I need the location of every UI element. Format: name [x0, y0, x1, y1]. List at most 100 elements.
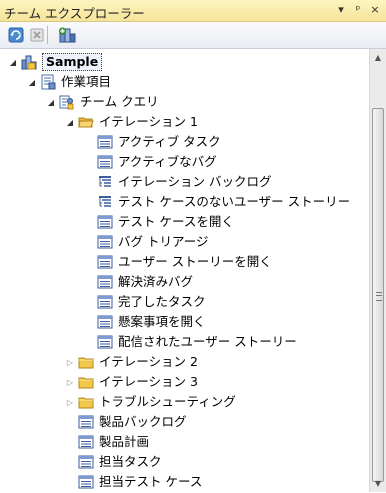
flat-query-icon: [78, 454, 94, 470]
tree-node[interactable]: 配信されたユーザー ストーリー: [84, 332, 297, 352]
expanded-triangle-icon[interactable]: ◢: [27, 72, 37, 92]
tree-node-label: 解決済みバグ: [118, 274, 194, 289]
tree-node-label: イテレーション バックログ: [118, 174, 272, 189]
expander-placeholder: [84, 192, 94, 212]
tree-node[interactable]: ▷ イテレーション 3: [65, 372, 198, 392]
refresh-button[interactable]: [8, 27, 24, 43]
tree-node-label: イテレーション 3: [99, 374, 198, 389]
dropdown-arrow-icon[interactable]: ▾: [334, 2, 348, 18]
tree-node-label: 配信されたユーザー ストーリー: [118, 334, 297, 349]
tree-node-label: トラブルシューティング: [99, 394, 236, 409]
collapsed-triangle-icon[interactable]: ▷: [65, 392, 75, 412]
tree-node[interactable]: 担当タスク: [65, 452, 162, 472]
flat-query-icon: [97, 274, 113, 290]
flat-query-icon: [97, 134, 113, 150]
expander-placeholder: [65, 472, 75, 492]
scroll-up-arrow-icon[interactable]: ▲: [370, 49, 386, 66]
expander-placeholder: [84, 252, 94, 272]
tree-node-label: テスト ケースを開く: [118, 214, 234, 229]
flat-query-icon: [97, 314, 113, 330]
expander-placeholder: [84, 152, 94, 172]
tree-node[interactable]: 担当テスト ケース: [65, 472, 202, 492]
tree-node[interactable]: 完了したタスク: [84, 292, 206, 312]
flat-query-icon: [97, 154, 113, 170]
scroll-thumb[interactable]: [372, 108, 384, 482]
tree-node[interactable]: 製品バックログ: [65, 412, 187, 432]
flat-query-icon: [97, 254, 113, 270]
flat-query-icon: [97, 234, 113, 250]
tree-node[interactable]: テスト ケースのないユーザー ストーリー: [84, 192, 350, 212]
refresh-icon: [8, 27, 24, 43]
add-existing-project-button[interactable]: [58, 27, 76, 43]
tree-node[interactable]: ◢ チーム クエリ: [46, 92, 159, 112]
tree-node[interactable]: ▷ トラブルシューティング: [65, 392, 236, 412]
tree-node[interactable]: バグ トリアージ: [84, 232, 208, 252]
tree-node[interactable]: テスト ケースを開く: [84, 212, 234, 232]
scroll-down-arrow-icon[interactable]: ▼: [370, 475, 386, 492]
expanded-triangle-icon[interactable]: ◢: [8, 52, 18, 72]
expanded-triangle-icon[interactable]: ◢: [65, 112, 75, 132]
tree-query-icon: [97, 174, 113, 190]
expander-placeholder: [84, 232, 94, 252]
team-explorer-tree[interactable]: ◢ Sample ◢ 作業項目 ◢ チーム クエリ ◢ イテレーション 1 アクティブ タスクア…: [0, 49, 369, 492]
tree-node-label: 担当タスク: [99, 454, 162, 469]
tree-query-icon: [97, 194, 113, 210]
collapsed-triangle-icon[interactable]: ▷: [65, 352, 75, 372]
expander-placeholder: [84, 212, 94, 232]
tree-node-label: 担当テスト ケース: [99, 474, 203, 489]
open-folder-icon: [78, 114, 94, 130]
close-icon[interactable]: ×: [368, 2, 382, 18]
expander-placeholder: [65, 412, 75, 432]
folder-icon: [78, 354, 94, 370]
flat-query-icon: [97, 294, 113, 310]
expander-placeholder: [65, 432, 75, 452]
expander-placeholder: [84, 312, 94, 332]
tree-node-label: 作業項目: [61, 74, 112, 89]
window-title: チーム エクスプローラー: [4, 6, 145, 21]
tree-node-label: アクティブ タスク: [118, 134, 221, 149]
flat-query-icon: [97, 334, 113, 350]
tree-node[interactable]: ◢ イテレーション 1: [65, 112, 198, 132]
tree-node-label: 懸案事項を開く: [118, 314, 206, 329]
expander-placeholder: [84, 172, 94, 192]
title-bar: チーム エクスプローラー ▾ ᵖ ×: [0, 0, 386, 22]
tree-node-label: イテレーション 2: [99, 354, 198, 369]
vertical-scrollbar[interactable]: ▲ ▼: [369, 49, 386, 492]
tree-node[interactable]: ◢ 作業項目: [27, 72, 111, 92]
collapsed-triangle-icon[interactable]: ▷: [65, 372, 75, 392]
tree-node[interactable]: ▷ イテレーション 2: [65, 352, 198, 372]
tree-node-label: 製品バックログ: [99, 414, 187, 429]
expander-placeholder: [84, 272, 94, 292]
tree-node-label: チーム クエリ: [80, 94, 159, 109]
tree-node-label: アクティブなバグ: [118, 154, 217, 169]
folder-icon: [78, 394, 94, 410]
tree-node[interactable]: 懸案事項を開く: [84, 312, 206, 332]
tree-node[interactable]: アクティブなバグ: [84, 152, 217, 172]
tree-node-label: Sample: [42, 53, 103, 71]
expander-placeholder: [65, 452, 75, 472]
add-project-icon: [59, 27, 76, 43]
stop-button[interactable]: [29, 27, 45, 43]
tree-node-label: 製品計画: [99, 434, 150, 449]
stop-icon: [30, 28, 44, 42]
tree-node-label: ユーザー ストーリーを開く: [118, 254, 272, 269]
tree-node[interactable]: 解決済みバグ: [84, 272, 193, 292]
tree-node[interactable]: イテレーション バックログ: [84, 172, 271, 192]
expander-placeholder: [84, 292, 94, 312]
tree-node[interactable]: ◢ Sample: [8, 52, 103, 72]
tree-node[interactable]: 製品計画: [65, 432, 149, 452]
flat-query-icon: [78, 434, 94, 450]
pin-icon[interactable]: ᵖ: [351, 2, 365, 18]
expanded-triangle-icon[interactable]: ◢: [46, 92, 56, 112]
tree-node[interactable]: アクティブ タスク: [84, 132, 221, 152]
toolbar-separator: [47, 26, 48, 44]
flat-query-icon: [78, 414, 94, 430]
tree-node[interactable]: ユーザー ストーリーを開く: [84, 252, 272, 272]
tree-node-label: 完了したタスク: [118, 294, 206, 309]
tree-node-label: イテレーション 1: [99, 114, 198, 129]
expander-placeholder: [84, 332, 94, 352]
expander-placeholder: [84, 132, 94, 152]
tree-node-label: バグ トリアージ: [118, 234, 209, 249]
team-queries-icon: [59, 94, 75, 110]
team-project-icon: [21, 54, 37, 70]
